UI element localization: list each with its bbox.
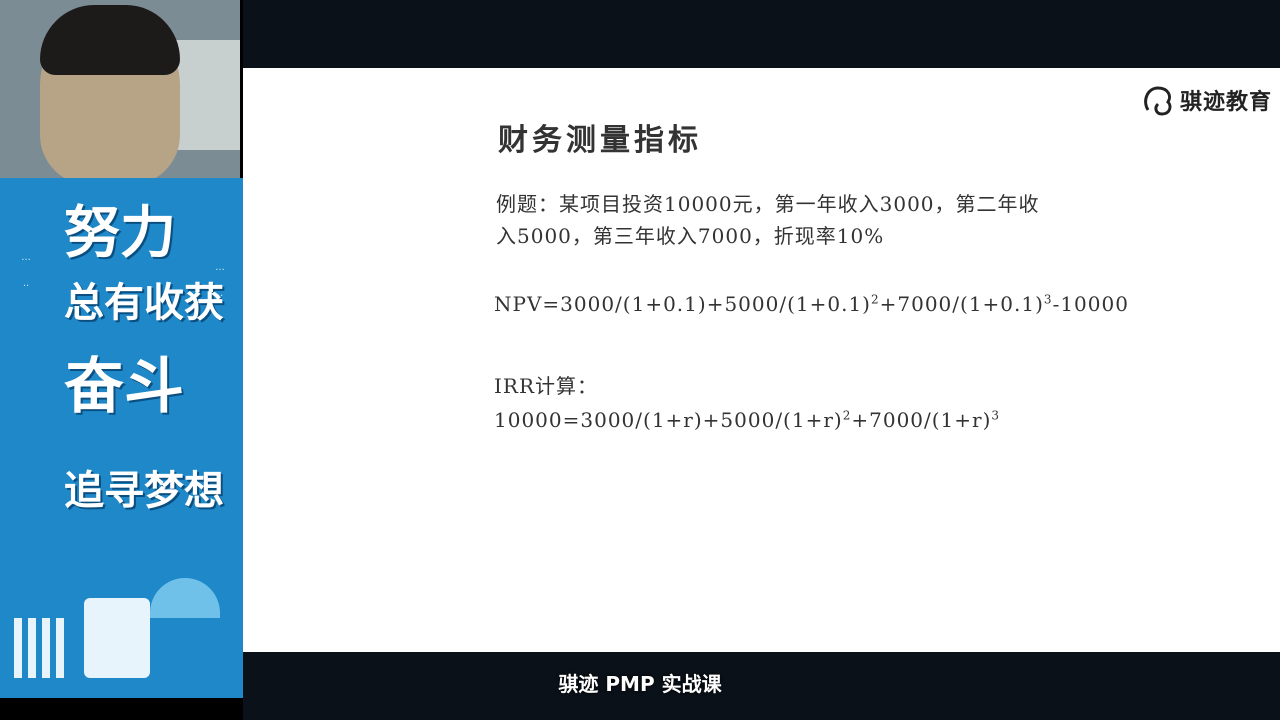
presenter-hair (40, 5, 180, 75)
poster-line-3: 奋斗 (64, 352, 184, 422)
poster-line-4: 追寻梦想 (64, 468, 224, 514)
npv-exponent-1: 2 (870, 292, 880, 307)
irr-formula-part1: 10000=3000/(1+r)+5000/(1+r) (494, 408, 843, 432)
video-subtitle: 骐迹 PMP 实战课 (558, 672, 722, 696)
npv-formula-part3: -10000 (1052, 292, 1129, 316)
example-line-2: 入5000，第三年收入7000，折现率10% (496, 224, 885, 248)
npv-exponent-2: 3 (1043, 292, 1053, 307)
slide-title: 财务测量指标 (498, 123, 702, 158)
webcam-feed (0, 0, 240, 178)
irr-heading: IRR计算： (494, 374, 599, 398)
poster-book-illustration (84, 598, 150, 678)
poster-line-1: 努力 (64, 201, 176, 266)
webcam-shelf (170, 40, 240, 150)
irr-exponent-2: 3 (991, 408, 1001, 423)
presentation-slide: 骐迹教育 财务测量指标 例题：某项目投资10000元，第一年收入3000，第二年… (243, 68, 1280, 652)
example-line-1: 例题：某项目投资10000元，第一年收入3000，第二年收 (496, 192, 1040, 216)
npv-formula-part1: NPV=3000/(1+0.1)+5000/(1+0.1) (494, 292, 871, 316)
poster-lamp-illustration (150, 578, 220, 618)
npv-formula-part2: +7000/(1+0.1) (879, 292, 1044, 316)
motivational-poster: ····· ····· 努力 总有收获 奋斗 追寻梦想 (0, 178, 243, 698)
top-band (243, 0, 1280, 68)
poster-line-2: 总有收获 (64, 280, 224, 326)
npv-formula: NPV=3000/(1+0.1)+5000/(1+0.1)2+7000/(1+0… (494, 292, 1129, 316)
irr-formula: 10000=3000/(1+r)+5000/(1+r)2+7000/(1+r)3 (494, 408, 1000, 432)
brand-logo: 骐迹教育 (1140, 82, 1272, 118)
irr-formula-part2: +7000/(1+r) (851, 408, 992, 432)
brand-name: 骐迹教育 (1179, 90, 1272, 115)
qiji-logo-icon (1144, 86, 1172, 116)
poster-small-text-left: ····· (21, 255, 31, 292)
